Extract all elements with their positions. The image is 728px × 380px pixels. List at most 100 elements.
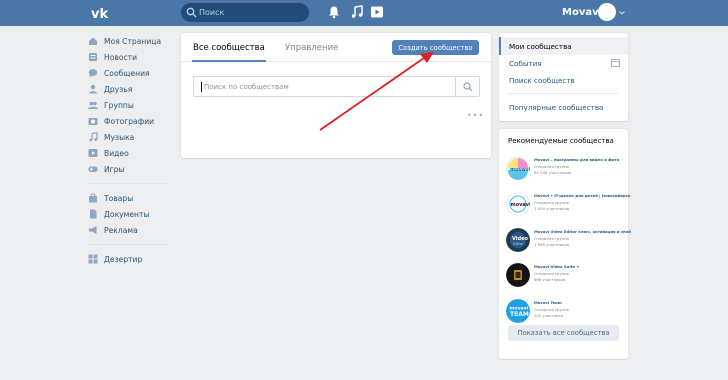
top-header: vk Movavi [0, 0, 728, 26]
community-avatar[interactable]: movavi [506, 192, 530, 216]
sidebar-item-label: Сообщения [104, 68, 150, 78]
list-item[interactable]: Movavi Video Suite + Открытая группа 666… [506, 263, 626, 293]
document-icon [90, 209, 97, 219]
sidebar-item-groups[interactable]: Группы [88, 97, 178, 113]
tab-management[interactable]: Управление [285, 43, 338, 53]
games-icon [88, 166, 98, 172]
community-type: Открытая группа [534, 271, 569, 276]
community-name[interactable]: Movavi • IT-школа для детей | Новосибирс… [534, 193, 630, 198]
recommended-title: Рекомендуемые сообщества [508, 137, 614, 145]
text-caret [201, 82, 202, 92]
community-search-input[interactable] [204, 80, 444, 94]
video-icon[interactable] [370, 5, 384, 19]
news-icon [89, 53, 97, 61]
sidebar-item-apps[interactable]: Дезертир [88, 251, 178, 267]
menu-item-label: Мои сообщества [509, 41, 572, 51]
list-item[interactable]: movavi Movavi • IT-школа для детей | Нов… [506, 192, 630, 222]
community-members: 1 029 участников [534, 206, 569, 211]
list-item[interactable]: movavi Movavi – программы для видео и фо… [506, 156, 626, 186]
sidebar-item-label: Реклама [104, 225, 138, 235]
menu-item-label: Популярные сообщества [509, 102, 604, 112]
menu-item-label: События [509, 58, 542, 68]
community-avatar[interactable]: Video Editor [506, 228, 530, 252]
community-name[interactable]: Movavi Video Editor ключ, активация и сп… [534, 229, 631, 234]
community-members: 666 участников [534, 277, 566, 282]
header-search[interactable] [181, 3, 309, 22]
chevron-down-icon[interactable] [619, 10, 625, 16]
svg-text:Editor: Editor [513, 242, 524, 246]
vk-logo-icon[interactable]: vk [91, 5, 111, 21]
music-icon[interactable] [350, 5, 364, 19]
apps-icon [88, 254, 98, 264]
sidebar-item-label: Группы [104, 100, 134, 110]
svg-text:TEAM: TEAM [510, 311, 529, 318]
video-icon [88, 149, 98, 157]
svg-text:movavi: movavi [510, 167, 530, 173]
sidebar-item-music[interactable]: Музыка [88, 129, 178, 145]
sidebar-item-goods[interactable]: Товары [88, 190, 178, 206]
sidebar-divider [88, 183, 168, 184]
photo-icon [88, 118, 98, 125]
header-username[interactable]: Movavi [562, 7, 602, 18]
search-icon [186, 7, 197, 18]
tab-all-communities[interactable]: Все сообщества [193, 43, 265, 53]
show-all-communities-button[interactable]: Показать все сообщества [508, 325, 619, 341]
sidebar-item-label: Новости [104, 52, 138, 62]
bell-icon[interactable] [327, 5, 341, 19]
community-avatar[interactable] [506, 263, 530, 287]
community-type: Открытая группа [534, 307, 569, 312]
menu-item-popular-communities[interactable]: Популярные сообщества [499, 98, 628, 116]
sidebar-item-documents[interactable]: Документы [88, 206, 178, 222]
create-community-button[interactable]: Создать сообщество [392, 40, 479, 55]
community-members: 1 596 участников [534, 242, 569, 247]
sidebar-item-ads[interactable]: Реклама [88, 222, 178, 238]
sidebar-item-news[interactable]: Новости [88, 49, 178, 65]
sidebar-item-video[interactable]: Видео [88, 145, 178, 161]
active-tab-indicator [192, 60, 266, 62]
sidebar-item-messages[interactable]: Сообщения [88, 65, 178, 81]
sidebar-item-my-page[interactable]: Моя Страница [88, 33, 178, 49]
sidebar-item-label: Дезертир [104, 254, 143, 264]
menu-item-my-communities[interactable]: Мои сообщества [499, 37, 628, 55]
community-members: 202 участника [534, 313, 564, 318]
menu-item-events[interactable]: События [499, 54, 628, 72]
avatar[interactable] [598, 3, 616, 21]
community-type: Открытая группа [534, 164, 569, 169]
community-name[interactable]: Movavi – программы для видео и фото [534, 157, 619, 162]
community-type: Открытая группа [534, 236, 569, 241]
sidebar-item-label: Игры [104, 164, 125, 174]
community-search-button[interactable] [455, 77, 479, 96]
sidebar-item-games[interactable]: Игры [88, 161, 178, 177]
menu-divider [509, 93, 618, 94]
menu-item-label: Поиск сообществ [509, 75, 575, 85]
sidebar-item-photos[interactable]: Фотографии [88, 113, 178, 129]
message-icon [88, 69, 98, 78]
svg-text:vk: vk [91, 7, 108, 21]
sidebar-item-friends[interactable]: Друзья [88, 81, 178, 97]
sidebar: Моя Страница Новости Сообщения Друзья Гр… [88, 33, 178, 267]
community-type: Открытая группа [534, 200, 569, 205]
recommended-communities: Рекомендуемые сообщества movavi Movavi –… [499, 129, 631, 359]
list-item[interactable]: Video Editor Movavi Video Editor ключ, а… [506, 228, 631, 258]
communities-panel: Все сообщества Управление Создать сообще… [181, 33, 491, 158]
sidebar-item-label: Товары [104, 193, 134, 203]
sidebar-item-label: Моя Страница [104, 36, 162, 46]
megaphone-icon [89, 226, 97, 234]
music-icon [89, 132, 98, 142]
community-avatar[interactable]: movavi [506, 156, 530, 180]
bag-icon [89, 193, 97, 203]
community-name[interactable]: Movavi Team [534, 300, 562, 305]
community-avatar[interactable]: movavi TEAM [506, 299, 530, 323]
header-search-input[interactable] [199, 5, 299, 20]
calendar-icon[interactable] [611, 58, 620, 67]
tabs-bar: Все сообщества Управление Создать сообще… [181, 33, 491, 62]
sidebar-item-label: Видео [104, 148, 129, 158]
home-icon [89, 37, 97, 45]
sidebar-item-label: Музыка [104, 132, 135, 142]
community-name[interactable]: Movavi Video Suite + [534, 264, 580, 269]
menu-item-search-communities[interactable]: Поиск сообществ [499, 71, 628, 89]
community-search[interactable] [193, 76, 480, 97]
sidebar-item-label: Документы [104, 209, 150, 219]
sidebar-item-label: Фотографии [104, 116, 155, 126]
more-options-icon[interactable]: ••• [467, 111, 484, 120]
